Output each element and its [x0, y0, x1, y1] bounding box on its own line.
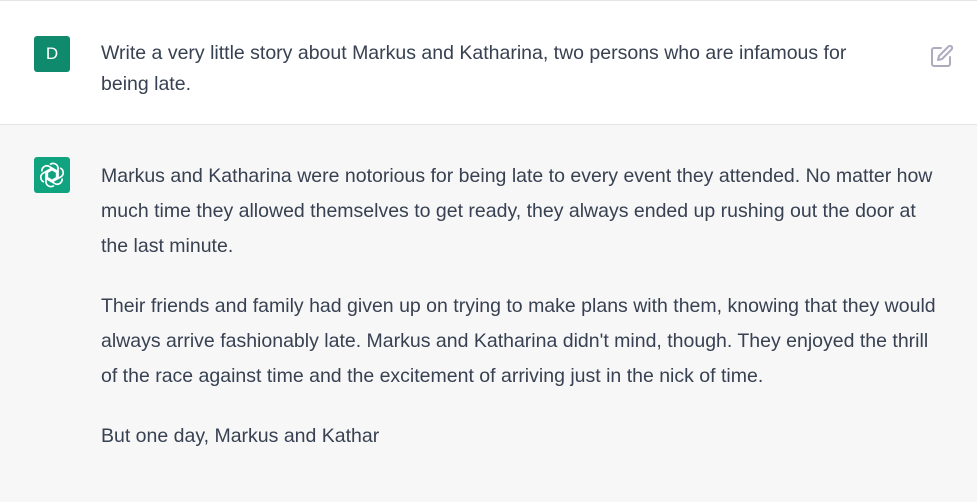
openai-logo-icon	[34, 157, 70, 193]
answer-paragraph: Markus and Katharina were notorious for …	[101, 165, 933, 257]
answer-paragraph: Their friends and family had given up on…	[101, 295, 936, 387]
answer-paragraph: But one day, Markus and Kathar	[101, 425, 380, 447]
assistant-message-text: Markus and Katharina were notorious for …	[101, 159, 936, 479]
user-message: D Write a very little story about Markus…	[0, 5, 977, 125]
edit-icon[interactable]	[930, 44, 954, 68]
user-avatar: D	[34, 36, 70, 72]
assistant-message: Markus and Katharina were notorious for …	[0, 125, 977, 502]
user-message-text: Write a very little story about Markus a…	[101, 42, 847, 95]
